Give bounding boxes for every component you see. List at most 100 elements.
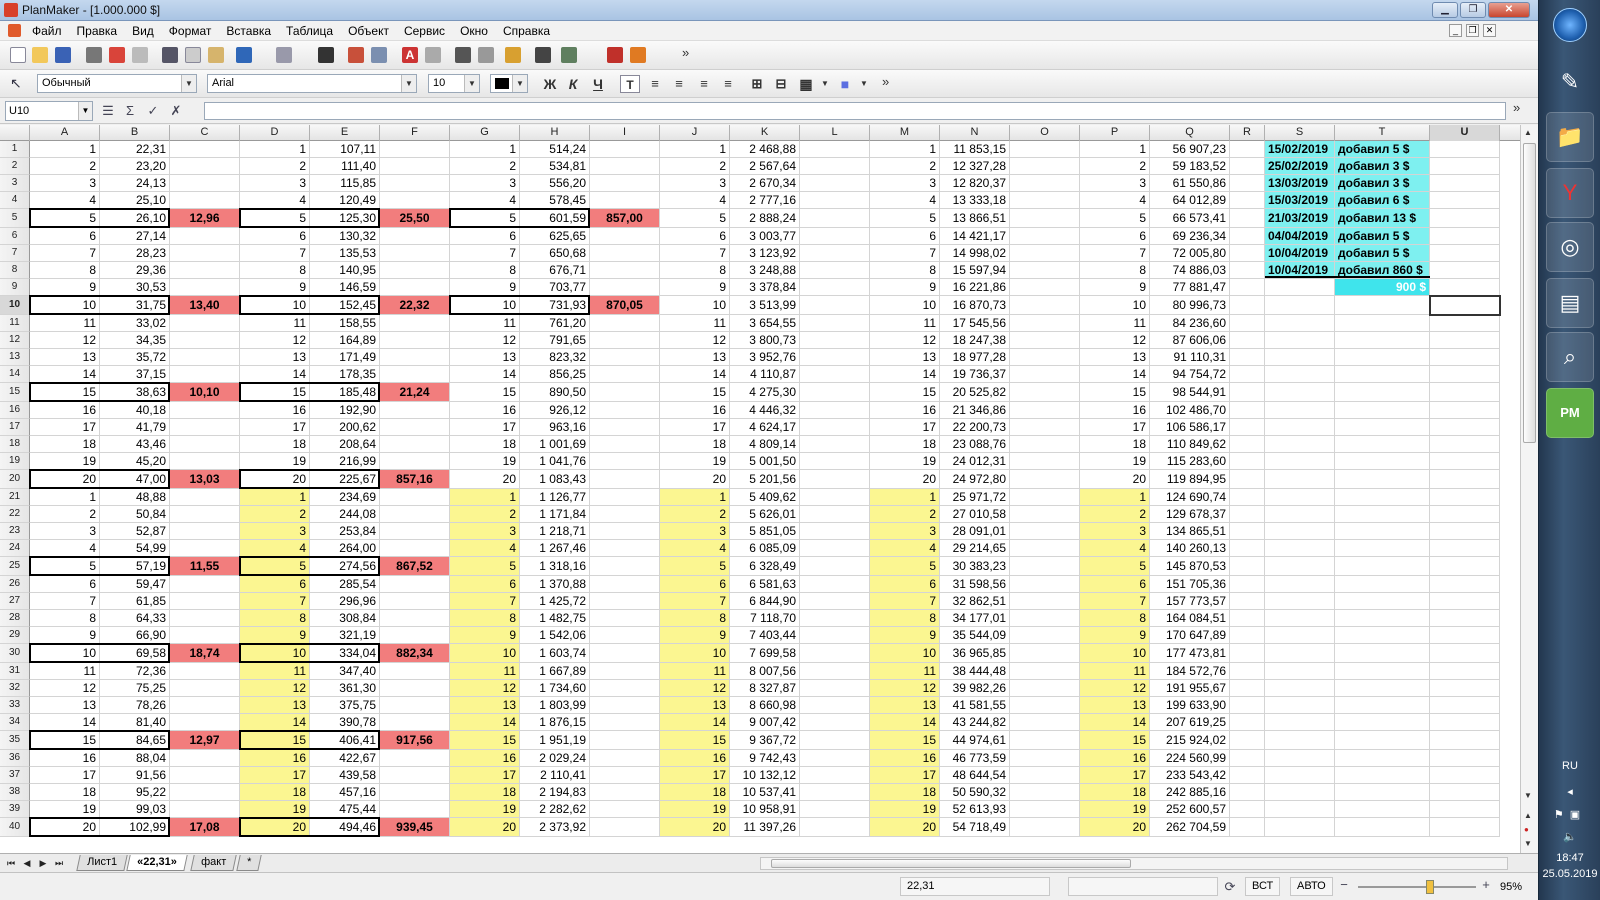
cell-h23[interactable]: 1 218,71 <box>520 523 590 540</box>
cell-d12[interactable]: 12 <box>240 332 310 349</box>
cell-d30[interactable]: 10 <box>240 644 310 663</box>
cell-j13[interactable]: 13 <box>660 349 730 366</box>
cell-h24[interactable]: 1 267,46 <box>520 540 590 557</box>
cell-l6[interactable] <box>800 228 870 245</box>
cell-d38[interactable]: 18 <box>240 784 310 801</box>
cell-t5[interactable]: добавил 13 $ <box>1335 209 1430 228</box>
paste-icon[interactable] <box>208 47 224 63</box>
cell-c34[interactable] <box>170 714 240 731</box>
cell-m31[interactable]: 11 <box>870 663 940 680</box>
cell-t13[interactable] <box>1335 349 1430 366</box>
cell-u19[interactable] <box>1430 453 1500 470</box>
cell-q3[interactable]: 61 550,86 <box>1150 175 1230 192</box>
cell-a32[interactable]: 12 <box>30 680 100 697</box>
cell-b39[interactable]: 99,03 <box>100 801 170 818</box>
cell-l21[interactable] <box>800 489 870 506</box>
cell-t19[interactable] <box>1335 453 1430 470</box>
cell-h27[interactable]: 1 425,72 <box>520 593 590 610</box>
cell-u37[interactable] <box>1430 767 1500 784</box>
cell-p24[interactable]: 4 <box>1080 540 1150 557</box>
copy-icon[interactable] <box>185 47 201 63</box>
cell-p19[interactable]: 19 <box>1080 453 1150 470</box>
cell-d32[interactable]: 12 <box>240 680 310 697</box>
row-header[interactable]: 16 <box>0 402 30 419</box>
cell-n27[interactable]: 32 862,51 <box>940 593 1010 610</box>
cell-m9[interactable]: 9 <box>870 279 940 296</box>
cell-m15[interactable]: 15 <box>870 383 940 402</box>
cell-r3[interactable] <box>1230 175 1265 192</box>
cell-l8[interactable] <box>800 262 870 279</box>
column-header-i[interactable]: I <box>590 125 660 141</box>
cell-i9[interactable] <box>590 279 660 296</box>
cell-j20[interactable]: 20 <box>660 470 730 489</box>
row-header[interactable]: 5 <box>0 209 30 228</box>
scroll-down-icon[interactable]: ▼ <box>1524 791 1532 800</box>
cell-g29[interactable]: 9 <box>450 627 520 644</box>
cell-q18[interactable]: 110 849,62 <box>1150 436 1230 453</box>
cell-a16[interactable]: 16 <box>30 402 100 419</box>
cell-c11[interactable] <box>170 315 240 332</box>
align-left-icon[interactable]: ≡ <box>645 75 665 93</box>
cell-e37[interactable]: 439,58 <box>310 767 380 784</box>
cell-o19[interactable] <box>1010 453 1080 470</box>
last-sheet-icon[interactable]: ⏭ <box>52 856 66 870</box>
cell-n8[interactable]: 15 597,94 <box>940 262 1010 279</box>
cell-h36[interactable]: 2 029,24 <box>520 750 590 767</box>
cell-q33[interactable]: 199 633,90 <box>1150 697 1230 714</box>
cell-c1[interactable] <box>170 141 240 158</box>
menu-item[interactable]: Файл <box>32 24 62 38</box>
cell-i19[interactable] <box>590 453 660 470</box>
cell-t26[interactable] <box>1335 576 1430 593</box>
cell-a1[interactable]: 1 <box>30 141 100 158</box>
cell-i21[interactable] <box>590 489 660 506</box>
cell-p25[interactable]: 5 <box>1080 557 1150 576</box>
cell-d39[interactable]: 19 <box>240 801 310 818</box>
cell-e28[interactable]: 308,84 <box>310 610 380 627</box>
cell-r2[interactable] <box>1230 158 1265 175</box>
cell-f20[interactable]: 857,16 <box>380 470 450 489</box>
cell-p17[interactable]: 17 <box>1080 419 1150 436</box>
cell-f9[interactable] <box>380 279 450 296</box>
cell-h1[interactable]: 514,24 <box>520 141 590 158</box>
cell-q22[interactable]: 129 678,37 <box>1150 506 1230 523</box>
cell-b16[interactable]: 40,18 <box>100 402 170 419</box>
cell-n21[interactable]: 25 971,72 <box>940 489 1010 506</box>
cell-e16[interactable]: 192,90 <box>310 402 380 419</box>
cell-u6[interactable] <box>1430 228 1500 245</box>
cell-i10[interactable]: 870,05 <box>590 296 660 315</box>
menu-item[interactable]: Сервис <box>404 24 445 38</box>
cell-c40[interactable]: 17,08 <box>170 818 240 837</box>
cell-s19[interactable] <box>1265 453 1335 470</box>
sum-icon[interactable]: Σ <box>122 103 138 119</box>
cell-a22[interactable]: 2 <box>30 506 100 523</box>
align-center-icon[interactable]: ≡ <box>669 75 689 93</box>
borders-icon[interactable]: ▦ <box>796 75 816 93</box>
cell-k8[interactable]: 3 248,88 <box>730 262 800 279</box>
cell-q13[interactable]: 91 110,31 <box>1150 349 1230 366</box>
cell-c27[interactable] <box>170 593 240 610</box>
cell-b14[interactable]: 37,15 <box>100 366 170 383</box>
cell-e22[interactable]: 244,08 <box>310 506 380 523</box>
cell-m29[interactable]: 9 <box>870 627 940 644</box>
cell-e25[interactable]: 274,56 <box>310 557 380 576</box>
cell-e21[interactable]: 234,69 <box>310 489 380 506</box>
zoom-in-icon[interactable]: + <box>1478 877 1494 893</box>
cell-r18[interactable] <box>1230 436 1265 453</box>
cell-t23[interactable] <box>1335 523 1430 540</box>
cell-k4[interactable]: 2 777,16 <box>730 192 800 209</box>
cell-f14[interactable] <box>380 366 450 383</box>
cell-c14[interactable] <box>170 366 240 383</box>
cell-d5[interactable]: 5 <box>240 209 310 228</box>
cell-s30[interactable] <box>1265 644 1335 663</box>
cell-m1[interactable]: 1 <box>870 141 940 158</box>
cell-g7[interactable]: 7 <box>450 245 520 262</box>
cell-u25[interactable] <box>1430 557 1500 576</box>
cell-h4[interactable]: 578,45 <box>520 192 590 209</box>
cell-t10[interactable] <box>1335 296 1430 315</box>
cell-j23[interactable]: 3 <box>660 523 730 540</box>
cell-k34[interactable]: 9 007,42 <box>730 714 800 731</box>
cell-p15[interactable]: 15 <box>1080 383 1150 402</box>
cell-u14[interactable] <box>1430 366 1500 383</box>
cell-c10[interactable]: 13,40 <box>170 296 240 315</box>
row-header[interactable]: 12 <box>0 332 30 349</box>
